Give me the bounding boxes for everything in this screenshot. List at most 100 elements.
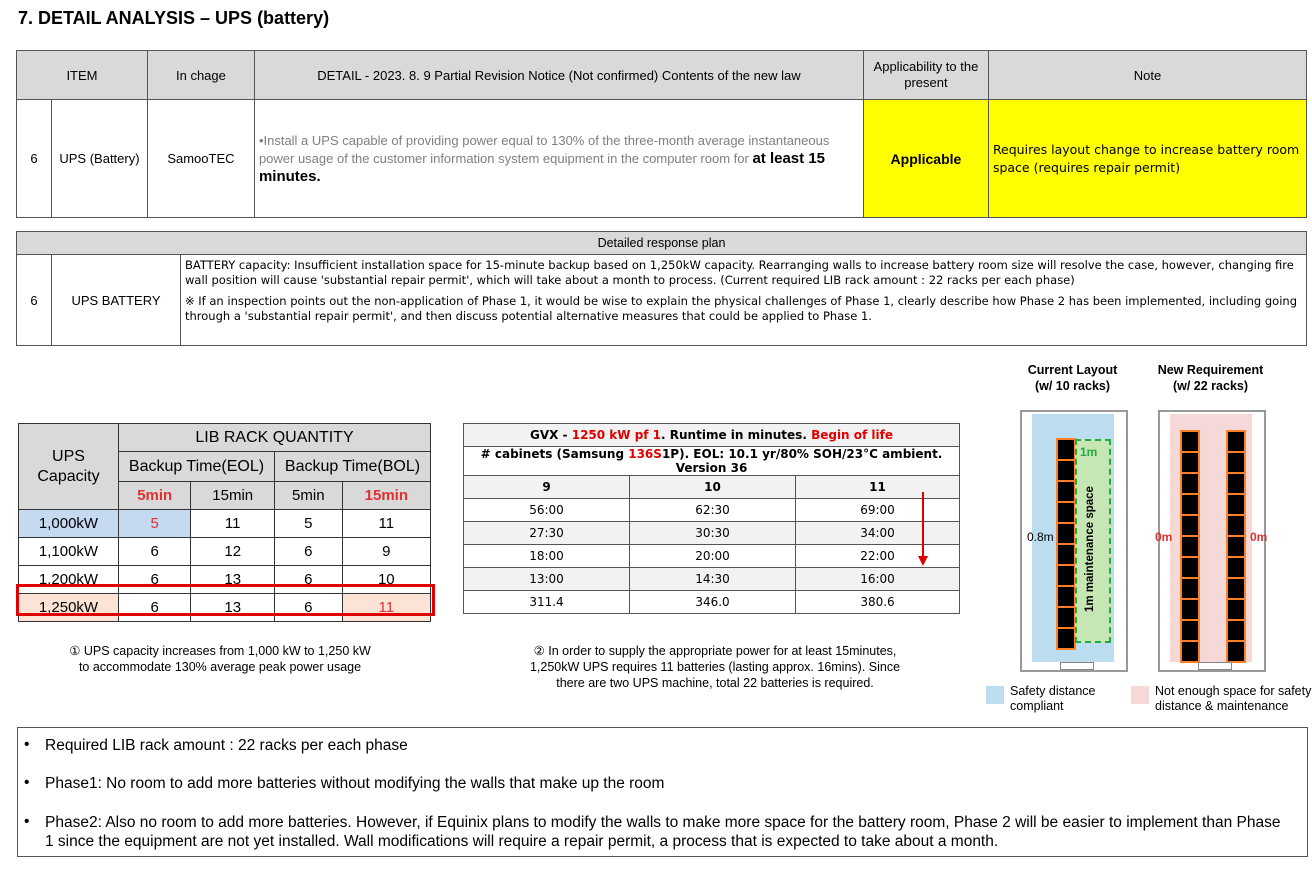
legend-compliant-line: Safety distance [1010, 684, 1096, 698]
bullet-dot: • [24, 736, 30, 753]
new-rack-columns [1160, 430, 1264, 670]
gvx-row: 27:30 30:30 34:00 [463, 521, 960, 545]
battery-rack [1056, 585, 1076, 608]
battery-rack [1226, 451, 1246, 474]
battery-rack [1180, 598, 1200, 621]
lib-value: 11 [341, 509, 432, 538]
battery-rack [1180, 451, 1200, 474]
gvx-col-header: 9 [463, 475, 630, 499]
battery-rack [1056, 501, 1076, 524]
gvx-cell: 27:30 [463, 521, 630, 545]
gvx-cell: 311.4 [463, 590, 630, 614]
gvx-subtitle-part: # cabinets (Samsung [480, 447, 629, 461]
summary-item-3: Phase2: Also no room to add more batteri… [45, 814, 1281, 850]
gvx-subtitle-row: # cabinets (Samsung 136S1P). EOL: 10.1 y… [463, 446, 960, 476]
lib-corner: UPS Capacity [18, 423, 119, 510]
battery-rack [1056, 543, 1076, 566]
gvx-row: 13:00 14:30 16:00 [463, 567, 960, 591]
lib-value: 5 [117, 509, 192, 538]
legend-not-enough: Not enough space for safety distance & m… [1155, 684, 1312, 714]
battery-rack [1180, 535, 1200, 558]
legend-not-enough-line: Not enough space for safety [1155, 684, 1312, 698]
caption-1-line: ① UPS capacity increases from 1,000 kW t… [69, 644, 371, 658]
gvx-cell: 30:30 [629, 521, 796, 545]
current-rack-column [1038, 438, 1078, 658]
new-layout-title-line: New Requirement [1157, 363, 1264, 377]
gvx-title: GVX - 1250 kW pf 1. Runtime in minutes. … [463, 423, 960, 447]
gvx-cell: 14:30 [629, 567, 796, 591]
detail-row: 6 UPS (Battery) SamooTEC •Install a UPS … [16, 99, 1308, 218]
legend-not-enough-line: distance & maintenance [1155, 699, 1289, 713]
new-right-distance: 0m [1250, 530, 1268, 544]
gvx-cell: 13:00 [463, 567, 630, 591]
gvx-subtitle-part: 1P). EOL: 10.1 yr/80% SOH/23°C ambient. … [661, 447, 943, 475]
summary-box: • Required LIB rack amount : 22 racks pe… [17, 727, 1308, 857]
battery-rack [1056, 606, 1076, 629]
lib-group-header: LIB RACK QUANTITY [118, 423, 431, 452]
gvx-runtime-table: GVX - 1250 kW pf 1. Runtime in minutes. … [463, 423, 960, 614]
response-plan-table: Detailed response plan 6 UPS BATTERY BAT… [16, 231, 1307, 346]
new-layout-title-line: (w/ 22 racks) [1172, 379, 1249, 393]
current-layout-title: Current Layout (w/ 10 racks) [1010, 362, 1135, 394]
current-room: 1m 1m maintenance space 0.8m [1020, 410, 1128, 672]
header-in-charge: In chage [146, 50, 255, 100]
legend-compliant: Safety distance compliant [1010, 684, 1095, 714]
battery-rack [1180, 430, 1200, 453]
gvx-cell-highlighted: 16:00 [795, 567, 960, 591]
battery-rack [1226, 598, 1246, 621]
lib-bol-header: Backup Time(BOL) [273, 451, 432, 482]
lib-highlight-box [16, 584, 435, 616]
lib-value: 9 [341, 537, 432, 566]
lib-time-cell: 5min [273, 481, 343, 510]
lib-value: 6 [273, 537, 343, 566]
gvx-title-life: Begin of life [811, 428, 893, 442]
caption-2-line: there are two UPS machine, total 22 batt… [556, 676, 874, 690]
legend-pink-swatch [1131, 686, 1149, 704]
gvx-col-row: 9 10 11 [463, 475, 960, 499]
gvx-cell: 62:30 [629, 498, 796, 522]
plan-row-number: 6 [16, 254, 52, 346]
plan-row: 6 UPS BATTERY BATTERY capacity: Insuffic… [16, 254, 1307, 346]
lib-value: 5 [273, 509, 343, 538]
door-icon [1198, 662, 1232, 670]
header-item: ITEM [16, 50, 148, 100]
battery-rack [1056, 627, 1076, 650]
maintenance-label: 1m maintenance space [1084, 486, 1096, 612]
current-layout-title-line: (w/ 10 racks) [1034, 379, 1111, 393]
lib-eol-header: Backup Time(EOL) [118, 451, 275, 482]
gvx-title-part: GVX - [529, 428, 572, 442]
plan-row-item: UPS BATTERY [51, 254, 181, 346]
bullet-dot: • [24, 774, 30, 791]
gvx-cell: 346.0 [629, 590, 796, 614]
lib-time-cell: 15min [190, 481, 275, 510]
summary-item-1: Required LIB rack amount : 22 racks per … [45, 737, 408, 754]
battery-rack [1180, 577, 1200, 600]
battery-rack [1180, 556, 1200, 579]
gvx-col-header-highlighted: 11 [795, 475, 960, 499]
gvx-cell: 380.6 [795, 590, 960, 614]
header-note: Note [987, 50, 1308, 100]
lib-row: 1,000kW 5 11 5 11 [18, 509, 432, 538]
legend-compliant-line: compliant [1010, 699, 1064, 713]
detail-row-number: 6 [16, 99, 52, 218]
caption-2-line: ② In order to supply the appropriate pow… [533, 644, 897, 658]
lib-time-cell: 5min [117, 481, 192, 510]
current-layout-title-line: Current Layout [1027, 363, 1118, 377]
plan-header: Detailed response plan [16, 231, 1307, 255]
summary-item-2: Phase1: No room to add more batteries wi… [45, 775, 665, 792]
battery-rack [1180, 514, 1200, 537]
battery-rack [1056, 564, 1076, 587]
plan-paragraph-2: ※ If an inspection points out the non-ap… [185, 294, 1297, 323]
gvx-cell: 18:00 [463, 544, 630, 568]
battery-rack [1180, 619, 1200, 642]
lib-value: 11 [190, 509, 275, 538]
down-arrow-icon [918, 492, 928, 566]
gvx-row: 311.4 346.0 380.6 [463, 590, 960, 614]
battery-rack [1226, 514, 1246, 537]
note-cell: Requires layout change to increase batte… [987, 99, 1308, 218]
detail-header-row: ITEM In chage DETAIL - 2023. 8. 9 Partia… [16, 50, 1308, 100]
detail-row-in-charge: SamooTEC [146, 99, 255, 218]
new-layout-title: New Requirement (w/ 22 racks) [1143, 362, 1278, 394]
battery-rack [1056, 459, 1076, 482]
header-applicability: Applicability to the present [862, 50, 989, 100]
